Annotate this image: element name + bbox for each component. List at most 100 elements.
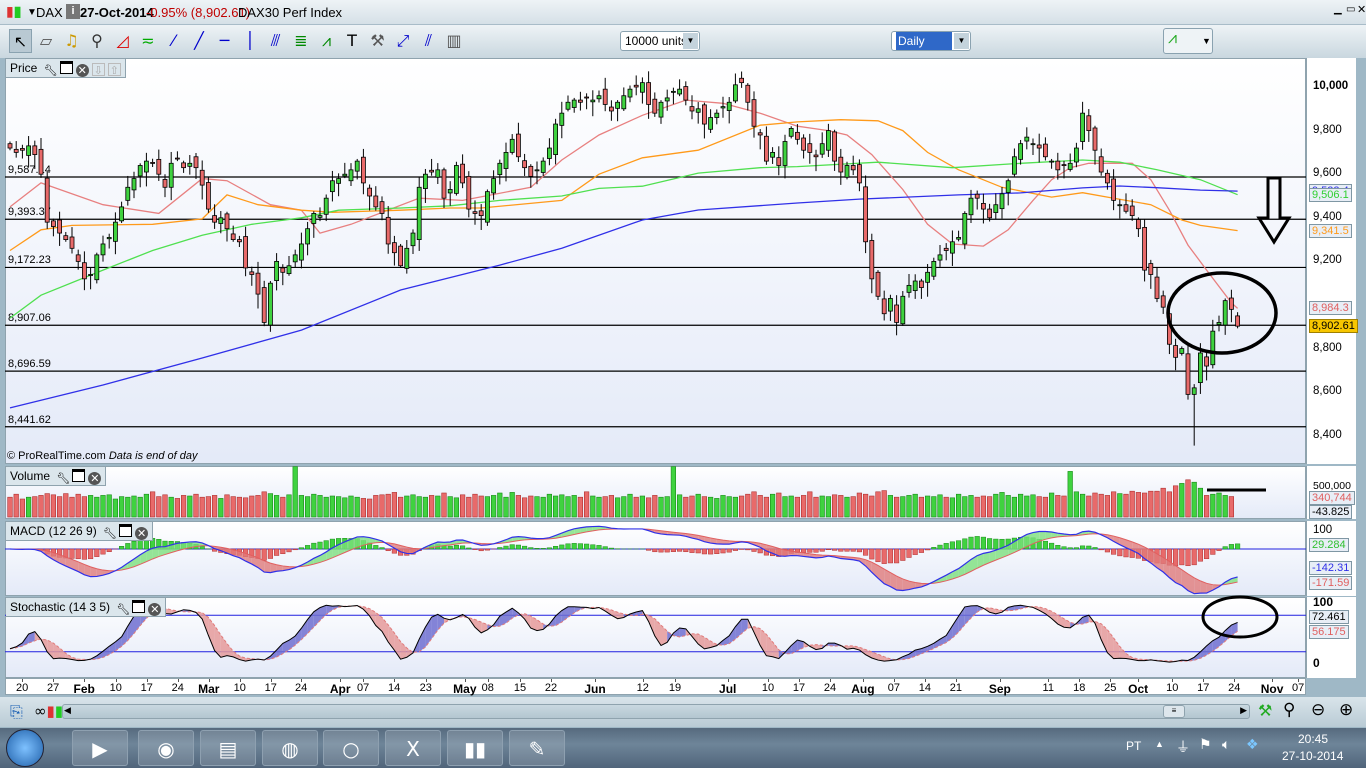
tool-segment-button[interactable]: ⁄ [162, 29, 185, 53]
tool-tools-button[interactable]: ⚒ [366, 29, 389, 53]
date-axis[interactable]: 20 27 Feb 10 17 24 Mar 10 17 24 Apr 07 14 23 May 08 15 22… [5, 678, 1306, 696]
horizontal-scrollbar[interactable]: ◀ ≡ ▶ [62, 704, 1250, 719]
clock-time[interactable]: 20:45 [1298, 732, 1328, 746]
window-icon[interactable] [59, 61, 73, 74]
tool-pointer-button[interactable]: ↖ [9, 29, 32, 53]
date-tick-label: 21 [949, 682, 962, 694]
tool-magnifier-button[interactable]: ⚲ [86, 29, 109, 53]
window-icon[interactable] [72, 469, 86, 482]
period-dropdown[interactable]: Daily ▼ [891, 31, 971, 51]
tool-vertical-line-button[interactable]: │ [239, 29, 262, 53]
panel-title: MACD (12 26 9) [10, 524, 97, 538]
taskbar-app-prorealtime[interactable]: ▮▮ [447, 730, 503, 766]
info-icon[interactable]: i [66, 4, 80, 19]
price-tick-label: 8,400 [1313, 428, 1342, 441]
power-icon[interactable]: ⏚ [1176, 737, 1190, 757]
tool-fibonacci-fan-button[interactable]: ⫻ [264, 29, 287, 53]
tool-parallel-button[interactable]: ⫽ [417, 29, 440, 53]
price-badge: 9,341.5 [1309, 223, 1352, 238]
taskbar-app-media-player[interactable]: ▶ [72, 730, 128, 766]
flag-icon[interactable]: ⚑ [1199, 737, 1212, 753]
maximize-button[interactable]: ▭ [1346, 4, 1355, 15]
tool-channel-button[interactable]: ≂ [137, 29, 160, 53]
start-button[interactable] [6, 729, 44, 767]
volume-axis[interactable]: 500,000 340,744 -43.825 [1306, 466, 1356, 519]
date-tick-label: 15 [513, 682, 527, 694]
taskbar-app-file-explorer[interactable]: ▤ [200, 730, 256, 766]
macd-badge: -171.59 [1309, 576, 1353, 590]
show-hidden-icons[interactable]: ▲ [1155, 739, 1164, 749]
chart-export-icon[interactable]: ⎘ [10, 702, 23, 722]
date-tick-label: 14 [388, 682, 401, 694]
minimize-button[interactable]: ▁ [1334, 4, 1342, 15]
volume-icon[interactable]: 🔈︎ [1222, 737, 1230, 753]
tool-alarm-bell-button[interactable]: ♫ [60, 29, 83, 53]
tool-ruler-button[interactable]: ▱ [35, 29, 58, 53]
units-value: 10000 units [625, 34, 688, 48]
date-tick-label: 20 [16, 682, 29, 694]
tool-text-button[interactable]: T [341, 29, 364, 53]
taskbar: ▶ ◉ ▤ ◍ ○ X ▮▮ ✎ PT ▲ ⏚ ⚑ 🔈︎ ❖ 20:45 27-10-2014 [0, 728, 1366, 768]
close-icon[interactable]: ✕ [75, 64, 89, 77]
date-tick-label: 24 [295, 682, 308, 694]
chart-settings-icon[interactable]: ⚒ [1258, 701, 1272, 720]
move-up-icon[interactable]: ⇧ [107, 63, 121, 77]
stochastic-panel[interactable]: Stochastic (14 3 5) 🔧︎ ✕ [5, 597, 1306, 678]
chevron-down-icon: ▼ [683, 33, 698, 49]
tool-fibonacci-retracement-button[interactable]: ≣ [290, 29, 313, 53]
quote-date: 27-Oct-2014 [80, 5, 154, 20]
window-icon[interactable] [119, 524, 133, 537]
auto-zoom-icon[interactable]: ⚲ [1283, 700, 1295, 720]
taskbar-app-app-circle[interactable]: ○ [323, 730, 379, 766]
scroll-right-button[interactable]: ▶ [1240, 705, 1247, 716]
units-dropdown[interactable]: 10000 units ▼ [620, 31, 700, 51]
language-indicator[interactable]: PT [1126, 739, 1141, 753]
data-note: Data is end of day [108, 450, 198, 462]
price-panel[interactable]: Price 🔧︎ ✕ ⇩ ⇧ © ProRealTime.com Data is en… [5, 58, 1306, 464]
title-bar: ▮▮ ▼ DAX i 27-Oct-2014 -0.95% (8,902.61)… [0, 0, 1366, 25]
scroll-thumb[interactable]: ≡ [1163, 705, 1185, 718]
chart-type-icon[interactable]: ∞▮▮ [34, 702, 63, 720]
close-icon[interactable]: ✕ [88, 472, 102, 485]
wrench-icon[interactable]: 🔧︎ [116, 603, 130, 616]
stochastic-axis[interactable]: 100 0 72.461 56.175 [1306, 595, 1356, 678]
window-icon[interactable] [132, 600, 146, 613]
stochastic-badge: 72.461 [1309, 610, 1349, 624]
price-badge: 9,506.1 [1309, 187, 1352, 202]
taskbar-app-paint[interactable]: ✎ [509, 730, 565, 766]
taskbar-app-excel[interactable]: X [385, 730, 441, 766]
price-tick-label: 8,800 [1313, 341, 1342, 354]
clock-date[interactable]: 27-10-2014 [1282, 749, 1343, 763]
scroll-left-button[interactable]: ◀ [64, 705, 71, 716]
tool-triangle-pattern-button[interactable]: ◿ [111, 29, 134, 53]
tool-trash-button[interactable]: ▥ [443, 29, 466, 53]
tool-horizontal-line-button[interactable]: ─ [213, 29, 236, 53]
macd-panel-tab: MACD (12 26 9) 🔧︎ ✕ [6, 522, 154, 541]
macd-axis[interactable]: 100 29.284 -142.31 -171.59 [1306, 521, 1356, 596]
tool-regression-button[interactable]: ⩘ [315, 29, 338, 53]
price-axis[interactable]: 10,000 9,800 9,600 9,400 9,200 8,800 8,600 8,40… [1306, 58, 1358, 464]
move-down-icon[interactable]: ⇩ [91, 63, 105, 77]
wrench-icon[interactable]: 🔧︎ [103, 527, 117, 540]
wrench-icon[interactable]: 🔧︎ [56, 472, 70, 485]
close-window-button[interactable]: ✕ [1357, 3, 1366, 16]
tool-point-to-point-button[interactable]: ⤢ [392, 29, 415, 53]
chevron-down-icon: ▼ [1202, 36, 1211, 46]
taskbar-app-firefox[interactable]: ◍ [262, 730, 318, 766]
zoom-out-icon[interactable]: ⊖ [1311, 700, 1325, 720]
macd-panel[interactable]: MACD (12 26 9) 🔧︎ ✕ [5, 521, 1306, 596]
volume-panel[interactable]: Volume 🔧︎ ✕ [5, 466, 1306, 519]
dropbox-icon[interactable]: ❖ [1246, 737, 1259, 753]
wrench-icon[interactable]: 🔧︎ [44, 64, 58, 77]
symbol-name[interactable]: DAX [36, 5, 63, 20]
tool-line-button[interactable]: ╱ [188, 29, 211, 53]
quote-change: -0.95% (8,902.61) [146, 5, 251, 20]
close-icon[interactable]: ✕ [148, 603, 162, 616]
stochastic-tick-label: 100 [1313, 595, 1334, 609]
date-tick-label: 07 [1291, 682, 1305, 694]
add-indicator-button[interactable]: ⩘ ▼ [1163, 28, 1213, 54]
zoom-in-icon[interactable]: ⊕ [1339, 700, 1353, 720]
taskbar-app-chrome[interactable]: ◉ [138, 730, 194, 766]
close-icon[interactable]: ✕ [135, 527, 149, 540]
date-tick-label: 17 [792, 682, 806, 694]
